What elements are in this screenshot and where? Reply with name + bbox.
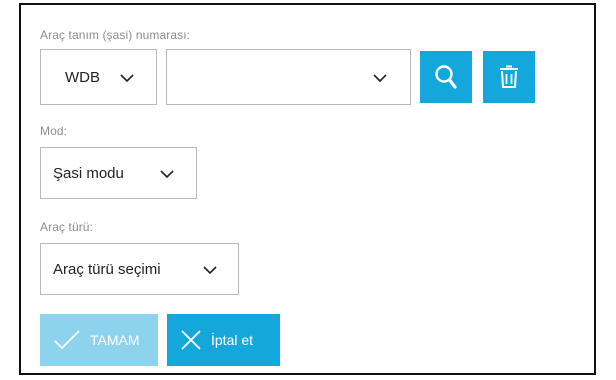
vehicle-type-value: Araç türü seçimi bbox=[53, 260, 161, 278]
vin-prefix-select[interactable]: WDB bbox=[40, 49, 157, 105]
mode-value: Şasi modu bbox=[53, 164, 124, 182]
close-icon bbox=[181, 330, 201, 350]
vin-prefix-value: WDB bbox=[65, 68, 100, 86]
chevron-down-icon bbox=[373, 74, 387, 83]
cancel-button-label: İptal et bbox=[211, 332, 254, 348]
chevron-down-icon bbox=[120, 74, 134, 83]
check-icon bbox=[54, 330, 80, 350]
mode-label: Mod: bbox=[40, 124, 68, 138]
chevron-down-icon bbox=[160, 170, 174, 179]
chevron-down-icon bbox=[203, 266, 217, 275]
vin-number-select[interactable] bbox=[166, 49, 411, 105]
cancel-button[interactable]: İptal et bbox=[167, 314, 280, 366]
search-icon bbox=[435, 65, 457, 89]
delete-button[interactable] bbox=[483, 51, 535, 103]
ok-button-label: TAMAM bbox=[90, 332, 140, 348]
vehicle-type-label: Araç türü: bbox=[40, 220, 94, 234]
mode-select[interactable]: Şasi modu bbox=[40, 147, 197, 199]
search-button[interactable] bbox=[420, 51, 472, 103]
vehicle-selection-dialog: Araç tanım (şasi) numarası: WDB Mod: Şas… bbox=[19, 3, 596, 375]
ok-button[interactable]: TAMAM bbox=[40, 314, 158, 366]
vehicle-type-select[interactable]: Araç türü seçimi bbox=[40, 243, 239, 295]
trash-icon bbox=[500, 65, 518, 88]
vin-label: Araç tanım (şasi) numarası: bbox=[40, 28, 191, 42]
